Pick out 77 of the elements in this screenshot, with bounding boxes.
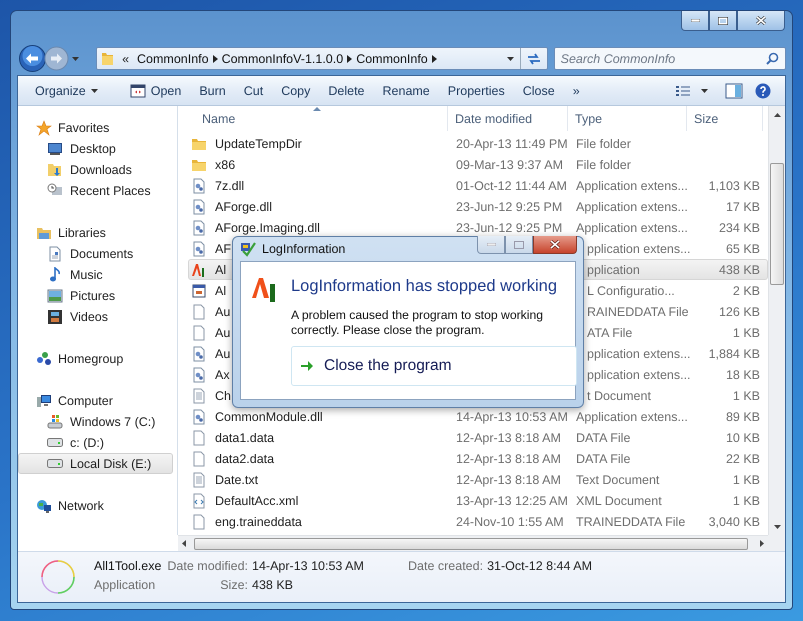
- file-type: L Configuratio...: [587, 284, 675, 298]
- file-name: Al: [215, 284, 226, 298]
- detail-value: 14-Apr-13 10:53 AM: [252, 559, 365, 573]
- file-size: 65 KB: [726, 242, 760, 256]
- file-size: 22 KB: [726, 452, 760, 466]
- file-size: 18 KB: [726, 368, 760, 382]
- file-size: 2 KB: [732, 284, 760, 298]
- file-date: 01-Oct-12 11:44 AM: [456, 178, 567, 192]
- error-message: A problem caused the program to stop working correctly. Please close the program.: [291, 308, 544, 338]
- file-date: 23-Jun-12 9:25 PM: [456, 200, 562, 214]
- file-name: data1.data: [215, 430, 274, 444]
- file-type: pplication extens...: [587, 242, 691, 256]
- file-size: 17 KB: [726, 200, 760, 214]
- file-type: DATA File: [576, 430, 630, 444]
- file-type: pplication: [587, 262, 640, 276]
- file-name: eng.traineddata: [215, 514, 302, 528]
- file-name: Date.txt: [215, 472, 258, 486]
- file-type: pplication extens...: [587, 368, 691, 382]
- file-type: Application: [94, 578, 156, 592]
- dialog-title: LogInformation: [262, 242, 346, 256]
- file-date: 09-Mar-13 9:37 AM: [456, 158, 563, 172]
- file-size: 1 KB: [732, 494, 760, 508]
- detail-value: 31-Oct-12 8:44 AM: [487, 559, 592, 573]
- file-date: 14-Apr-13 10:53 AM: [456, 410, 568, 424]
- file-name: AForge.dll: [215, 200, 272, 214]
- detail-label: Size:: [220, 578, 248, 592]
- error-heading: LogInformation has stopped working: [291, 277, 558, 296]
- file-name: DefaultAcc.xml: [215, 494, 298, 508]
- file-name: Au: [215, 304, 230, 318]
- file-name: x86: [215, 158, 236, 172]
- file-type: Application extens...: [576, 220, 688, 234]
- file-size: 1,884 KB: [708, 346, 760, 360]
- file-date: 23-Jun-12 9:25 PM: [456, 220, 562, 234]
- file-type: DATA File: [576, 452, 630, 466]
- file-name: CommonModule.dll: [215, 410, 323, 424]
- file-name: All1Tool.exe: [94, 559, 162, 573]
- detail-value: 438 KB: [252, 578, 294, 592]
- file-date: 20-Apr-13 11:49 PM: [456, 136, 568, 150]
- file-size: 89 KB: [726, 410, 760, 424]
- file-name: data2.data: [215, 452, 274, 466]
- file-type: Application extens...: [576, 200, 688, 214]
- file-date: 24-Nov-10 1:55 AM: [456, 514, 564, 528]
- file-name: Au: [215, 326, 230, 340]
- file-type: File folder: [576, 136, 631, 150]
- file-size: 1 KB: [732, 326, 760, 340]
- file-date: 13-Apr-13 12:25 AM: [456, 494, 568, 508]
- detail-label: Date created:: [408, 559, 484, 573]
- file-name: Au: [215, 346, 230, 360]
- file-size: 1,103 KB: [708, 178, 760, 192]
- file-name: AForge.Imaging.dll: [215, 220, 320, 234]
- file-size: 126 KB: [718, 304, 760, 318]
- file-name: Ax: [215, 368, 230, 382]
- file-size: 438 KB: [718, 262, 760, 276]
- file-type: Text Document: [576, 472, 660, 486]
- file-name: 7z.dll: [215, 178, 244, 192]
- file-size: 3,040 KB: [708, 514, 760, 528]
- file-name: Ch: [215, 388, 231, 402]
- file-size: 10 KB: [726, 430, 760, 444]
- file-name: UpdateTempDir: [215, 136, 302, 150]
- file-type: File folder: [576, 158, 631, 172]
- file-type: XML Document: [576, 494, 662, 508]
- file-date: 12-Apr-13 8:18 AM: [456, 452, 561, 466]
- file-type: RAINEDDATA File: [587, 304, 689, 318]
- file-type: Application extens...: [576, 410, 688, 424]
- file-name: Al: [215, 262, 226, 276]
- file-size: 1 KB: [732, 388, 760, 402]
- file-type: ATA File: [587, 326, 632, 340]
- file-type: Application extens...: [576, 178, 688, 192]
- file-size: 234 KB: [718, 220, 760, 234]
- file-type: t Document: [587, 388, 651, 402]
- file-date: 12-Apr-13 8:18 AM: [456, 472, 561, 486]
- detail-label: Date modified:: [167, 559, 248, 573]
- file-type: pplication extens...: [587, 346, 691, 360]
- file-size: 1 KB: [732, 472, 760, 486]
- file-name: AF: [215, 242, 231, 256]
- file-date: 12-Apr-13 8:18 AM: [456, 430, 561, 444]
- file-type: TRAINEDDATA File: [576, 514, 686, 528]
